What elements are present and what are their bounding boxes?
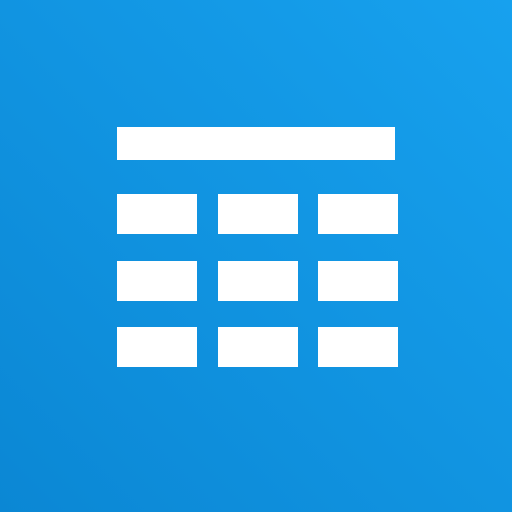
table-cell bbox=[218, 261, 298, 301]
table-header-bar bbox=[117, 127, 395, 160]
table-cell bbox=[318, 327, 398, 367]
table-cell bbox=[218, 327, 298, 367]
table-cell bbox=[318, 194, 398, 234]
table-cell bbox=[117, 327, 197, 367]
table-cell bbox=[117, 194, 197, 234]
app-icon bbox=[0, 0, 512, 512]
table-cell bbox=[318, 261, 398, 301]
table-cell bbox=[218, 194, 298, 234]
table-cell bbox=[117, 261, 197, 301]
